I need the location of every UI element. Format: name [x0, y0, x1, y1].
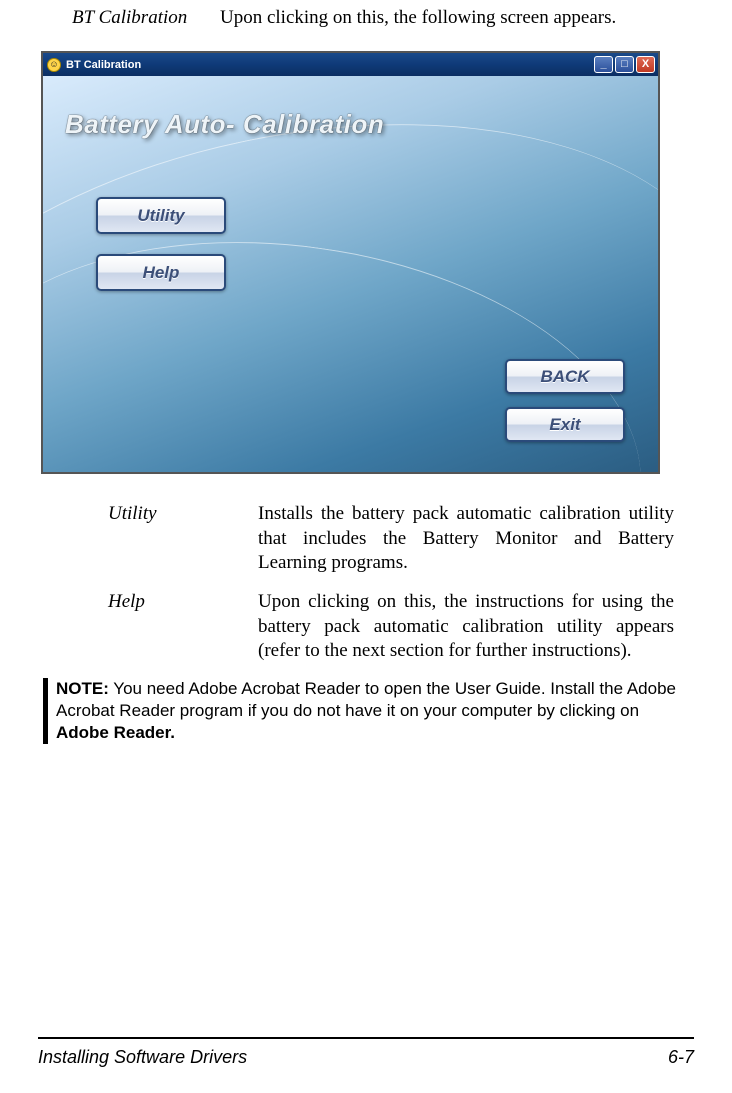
note-strong: Adobe Reader.: [56, 723, 175, 742]
app-heading: Battery Auto- Calibration: [65, 109, 384, 140]
minimize-button[interactable]: _: [594, 56, 613, 73]
footer-left: Installing Software Drivers: [38, 1047, 247, 1068]
bt-calibration-window: ☺ BT Calibration _ □ X Battery Auto- Cal…: [41, 51, 660, 474]
app-smiley-icon: ☺: [47, 58, 61, 72]
footer-page-number: 6-7: [668, 1047, 694, 1068]
help-definition: Upon clicking on this, the instructions …: [258, 590, 674, 664]
exit-button[interactable]: Exit: [505, 407, 625, 442]
utility-term: Utility: [108, 502, 258, 576]
help-term: Help: [108, 590, 258, 664]
utility-definition: Installs the battery pack automatic cali…: [258, 502, 674, 576]
note-block: NOTE: You need Adobe Acrobat Reader to o…: [43, 678, 676, 744]
maximize-button[interactable]: □: [615, 56, 634, 73]
utility-button[interactable]: Utility: [96, 197, 226, 234]
close-button[interactable]: X: [636, 56, 655, 73]
window-title: BT Calibration: [66, 59, 141, 71]
note-body: You need Adobe Acrobat Reader to open th…: [56, 679, 676, 720]
help-button[interactable]: Help: [96, 254, 226, 291]
lead-term: BT Calibration: [72, 7, 220, 29]
lead-desc: Upon clicking on this, the following scr…: [220, 7, 694, 29]
titlebar: ☺ BT Calibration _ □ X: [43, 53, 658, 76]
note-label: NOTE:: [56, 679, 109, 698]
back-button[interactable]: BACK: [505, 359, 625, 394]
